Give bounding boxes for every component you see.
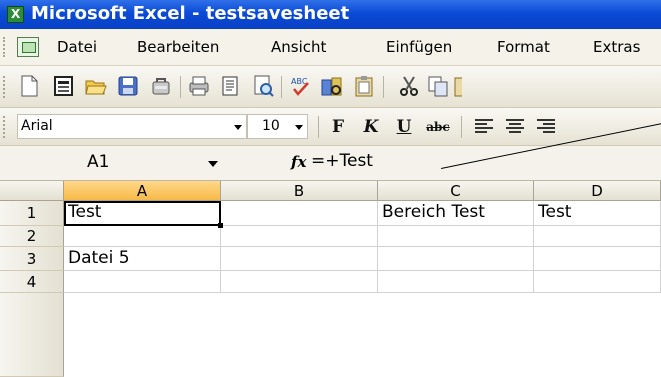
font-size-select[interactable]: 10: [247, 114, 308, 139]
font-name-value: Arial: [21, 118, 53, 134]
toolbar-separator: [281, 76, 282, 98]
print-preview-icon[interactable]: [251, 74, 275, 98]
cell-a3[interactable]: Datei 5: [64, 247, 221, 271]
strikethrough-button[interactable]: abc: [423, 116, 453, 138]
column-header-c[interactable]: C: [378, 181, 534, 201]
save-icon[interactable]: [116, 74, 140, 98]
copy-icon[interactable]: [426, 74, 450, 98]
select-all-corner[interactable]: [0, 181, 64, 201]
cell-d1[interactable]: Test: [534, 201, 661, 226]
menu-ansicht[interactable]: Ansicht: [271, 38, 326, 56]
cell-d3[interactable]: [534, 247, 661, 271]
font-size-value: 10: [262, 118, 280, 134]
formula-input[interactable]: =+Test: [311, 151, 373, 171]
formula-bar: A1 fx =+Test: [0, 146, 661, 181]
menu-format[interactable]: Format: [497, 38, 550, 56]
formatting-toolbar: Arial 10 F K U abc: [0, 108, 661, 146]
toolbar-separator: [383, 76, 384, 98]
cell-b2[interactable]: [221, 226, 378, 247]
insert-function-icon[interactable]: fx: [291, 153, 306, 171]
cell-c1[interactable]: Bereich Test: [378, 201, 534, 226]
menu-bearbeiten[interactable]: Bearbeiten: [137, 38, 219, 56]
row-header-5[interactable]: [0, 293, 64, 377]
toolbar-grip[interactable]: [3, 76, 8, 98]
align-right-icon[interactable]: [537, 119, 555, 135]
toolbar-grip[interactable]: [3, 116, 8, 138]
menu-datei[interactable]: Datei: [57, 38, 97, 56]
clipboard-icon[interactable]: [352, 74, 376, 98]
cell-d2[interactable]: [534, 226, 661, 247]
cell-d4[interactable]: [534, 271, 661, 293]
chevron-down-icon[interactable]: [295, 125, 303, 130]
open-icon[interactable]: [84, 74, 108, 98]
cell-b4[interactable]: [221, 271, 378, 293]
column-header-d[interactable]: D: [534, 181, 661, 201]
menu-extras[interactable]: Extras: [593, 38, 640, 56]
workbook-icon[interactable]: [17, 37, 39, 57]
menu-bar: Datei Bearbeiten Ansicht Einfügen Format…: [0, 29, 661, 66]
toolbar-grip[interactable]: [3, 37, 8, 57]
bold-button[interactable]: F: [327, 116, 349, 138]
chevron-down-icon[interactable]: [208, 161, 218, 167]
standard-toolbar: ABC: [0, 66, 661, 108]
title-bar: Microsoft Excel - testsavesheet: [0, 0, 661, 29]
row-header-1[interactable]: 1: [0, 201, 64, 226]
row-header-3[interactable]: 3: [0, 247, 64, 271]
new-icon[interactable]: [17, 74, 41, 98]
browser-view-icon[interactable]: [52, 74, 76, 98]
align-center-icon[interactable]: [506, 119, 524, 135]
research-icon[interactable]: [218, 74, 242, 98]
excel-app-icon[interactable]: [7, 6, 24, 23]
window-title: Microsoft Excel - testsavesheet: [31, 3, 350, 24]
name-box[interactable]: A1: [0, 149, 228, 176]
cell-c2[interactable]: [378, 226, 534, 247]
cell-b1[interactable]: [221, 201, 378, 226]
column-header-b[interactable]: B: [221, 181, 378, 201]
name-box-value: A1: [87, 152, 110, 172]
row-header-2[interactable]: 2: [0, 226, 64, 247]
row-header-4[interactable]: 4: [0, 271, 64, 293]
cell-c4[interactable]: [378, 271, 534, 293]
print-icon[interactable]: [187, 74, 211, 98]
paste-icon[interactable]: [452, 74, 462, 98]
research-books-icon[interactable]: [320, 74, 344, 98]
cut-icon[interactable]: [397, 74, 421, 98]
cell-a2[interactable]: [64, 226, 221, 247]
italic-button[interactable]: K: [360, 116, 382, 138]
column-header-a[interactable]: A: [64, 181, 221, 201]
cell-a4[interactable]: [64, 271, 221, 293]
active-cell-selection[interactable]: [64, 201, 223, 228]
font-name-select[interactable]: Arial: [17, 114, 247, 139]
worksheet-grid: A B C D 1 Test Bereich Test Test 2 3 Dat…: [0, 181, 661, 377]
cell-c3[interactable]: [378, 247, 534, 271]
menu-einfuegen[interactable]: Einfügen: [386, 38, 452, 56]
spelling-icon[interactable]: ABC: [289, 74, 313, 98]
cell-b3[interactable]: [221, 247, 378, 271]
underline-button[interactable]: U: [393, 116, 415, 138]
align-left-icon[interactable]: [475, 119, 493, 135]
toolbar-separator: [461, 116, 462, 138]
chevron-down-icon[interactable]: [234, 125, 242, 130]
permission-icon[interactable]: [149, 74, 173, 98]
toolbar-separator: [180, 76, 181, 98]
toolbar-separator: [318, 116, 319, 138]
